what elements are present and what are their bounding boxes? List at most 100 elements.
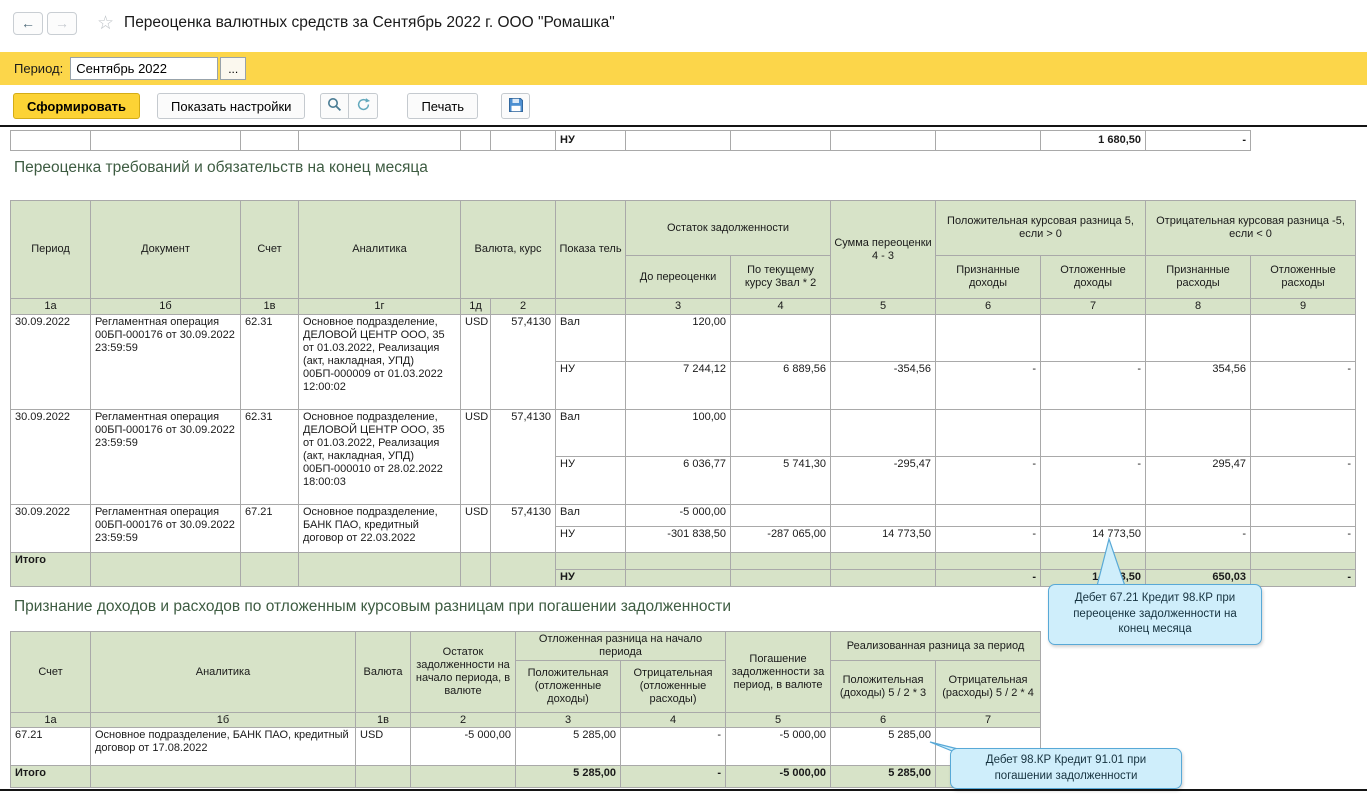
cell-indicator: НУ <box>556 131 626 151</box>
cell-indicator: Вал <box>556 315 626 362</box>
col-header-deferred-expense: Отложенные расходы <box>1251 256 1356 299</box>
col-group-deferred-diff: Отложенная разница на начало периода <box>516 632 726 661</box>
column-numbers-row: 1а 1б 1в 2 3 4 5 6 7 <box>11 713 1041 728</box>
col-number: 5 <box>831 299 936 315</box>
period-input[interactable] <box>70 57 218 80</box>
cell-period: 30.09.2022 <box>11 315 91 410</box>
save-button[interactable] <box>501 93 530 119</box>
toolbar: Сформировать Показать настройки Печать <box>0 90 1367 122</box>
cell: 5 285,00 <box>516 766 621 788</box>
col-number: 9 <box>1251 299 1356 315</box>
cell <box>1146 315 1251 362</box>
callout-month-end-posting: Дебет 67.21 Кредит 98.КР при переоценке … <box>1048 584 1262 645</box>
total-row: Итого <box>11 553 1356 570</box>
report-bottom-divider <box>0 789 1367 791</box>
cell <box>1041 315 1146 362</box>
cell-indicator: Вал <box>556 410 626 457</box>
cell: - <box>621 728 726 766</box>
cell: -301 838,50 <box>626 527 731 553</box>
search-icon <box>327 97 342 115</box>
col-group-positive-diff: Положительная курсовая разница 5, если >… <box>936 201 1146 256</box>
cell-analytics: Основное подразделение, БАНК ПАО, кредит… <box>91 728 356 766</box>
col-header-deferred-income: Отложенные доходы <box>1041 256 1146 299</box>
col-number: 4 <box>621 713 726 728</box>
cell: -287 065,00 <box>731 527 831 553</box>
cell-analytics: Основное подразделение, ДЕЛОВОЙ ЦЕНТР ОО… <box>299 410 461 505</box>
titlebar: ← → ☆ Переоценка валютных средств за Сен… <box>0 0 1367 46</box>
show-settings-button[interactable]: Показать настройки <box>157 93 305 119</box>
col-header-recognized-income: Признанные доходы <box>936 256 1041 299</box>
cell: 5 285,00 <box>516 728 621 766</box>
cell <box>831 553 936 570</box>
cell-indicator: НУ <box>556 527 626 553</box>
cell: 5 285,00 <box>831 728 936 766</box>
col-number: 2 <box>411 713 516 728</box>
col-group-realized-diff: Реализованная разница за период <box>831 632 1041 661</box>
cell: - <box>1041 457 1146 505</box>
table-row: 30.09.2022 Регламентная операция 00БП-00… <box>11 410 1356 457</box>
cell-currency: USD <box>461 410 491 505</box>
header-row: Счет Аналитика Валюта Остаток задолженно… <box>11 632 1041 661</box>
cell-total-label: Итого <box>11 553 91 587</box>
report-top-divider <box>0 125 1367 127</box>
cell <box>556 553 626 570</box>
callout-repayment-posting: Дебет 98.КР Кредит 91.01 при погашении з… <box>950 748 1182 789</box>
cell-rate: 57,4130 <box>491 315 556 410</box>
table-row: НУ 1 680,50 - <box>11 131 1251 151</box>
cell <box>91 766 356 788</box>
col-number: 1б <box>91 299 241 315</box>
refresh-button[interactable] <box>349 93 378 119</box>
cell <box>241 131 299 151</box>
col-header-indicator: Показа тель <box>556 201 626 299</box>
column-numbers-row: 1а 1б 1в 1г 1д 2 3 4 5 6 7 8 9 <box>11 299 1356 315</box>
col-header-account: Счет <box>11 632 91 713</box>
back-button[interactable]: ← <box>13 12 43 35</box>
cell <box>936 505 1041 527</box>
cell <box>91 131 241 151</box>
cell-currency: USD <box>461 315 491 410</box>
cell <box>1041 505 1146 527</box>
col-number: 6 <box>831 713 936 728</box>
cell-currency: USD <box>461 505 491 553</box>
col-number: 6 <box>936 299 1041 315</box>
cell-document: Регламентная операция 00БП-000176 от 30.… <box>91 505 241 553</box>
save-icon <box>508 97 524 116</box>
col-number <box>556 299 626 315</box>
cell: - <box>936 570 1041 587</box>
cell <box>299 131 461 151</box>
cell: 100,00 <box>626 410 731 457</box>
col-header-deferred-positive: Положительная (отложенные доходы) <box>516 661 621 713</box>
favorite-star-icon[interactable]: ☆ <box>97 12 114 35</box>
cell <box>411 766 516 788</box>
cell <box>299 553 461 587</box>
cell-period: 30.09.2022 <box>11 505 91 553</box>
col-number: 1в <box>241 299 299 315</box>
cell <box>491 553 556 587</box>
cell: - <box>1146 527 1251 553</box>
col-number: 2 <box>491 299 556 315</box>
col-number: 8 <box>1146 299 1251 315</box>
table-row: 30.09.2022 Регламентная операция 00БП-00… <box>11 505 1356 527</box>
cell-account: 62.31 <box>241 410 299 505</box>
search-button[interactable] <box>320 93 349 119</box>
cell-analytics: Основное подразделение, БАНК ПАО, кредит… <box>299 505 461 553</box>
cell-recognized-expense: - <box>1146 131 1251 151</box>
cell <box>731 315 831 362</box>
cell <box>731 131 831 151</box>
cell <box>731 553 831 570</box>
col-number: 1а <box>11 299 91 315</box>
cell: -5 000,00 <box>726 728 831 766</box>
cell: 6 036,77 <box>626 457 731 505</box>
print-button[interactable]: Печать <box>407 93 478 119</box>
col-number: 4 <box>731 299 831 315</box>
col-header-analytics: Аналитика <box>299 201 461 299</box>
cell-rate: 57,4130 <box>491 505 556 553</box>
forward-button[interactable]: → <box>47 12 77 35</box>
generate-button[interactable]: Сформировать <box>13 93 140 119</box>
col-header-account: Счет <box>241 201 299 299</box>
cell <box>461 553 491 587</box>
period-choose-button[interactable]: ... <box>220 57 246 80</box>
callout-text: Дебет 98.КР Кредит 91.01 при погашении з… <box>986 754 1146 782</box>
cell <box>626 131 731 151</box>
cell-indicator: НУ <box>556 457 626 505</box>
